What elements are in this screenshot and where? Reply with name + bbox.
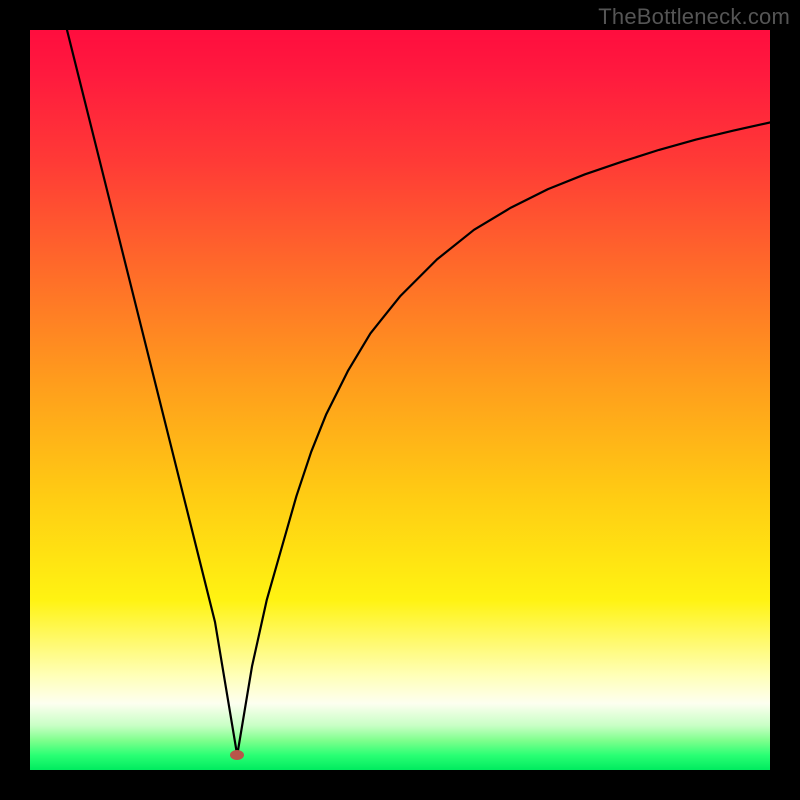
cusp-marker: [230, 750, 244, 760]
chart-frame: TheBottleneck.com: [0, 0, 800, 800]
curve-svg: [30, 30, 770, 770]
plot-area: [30, 30, 770, 770]
watermark-text: TheBottleneck.com: [598, 4, 790, 30]
bottleneck-curve: [67, 30, 770, 755]
